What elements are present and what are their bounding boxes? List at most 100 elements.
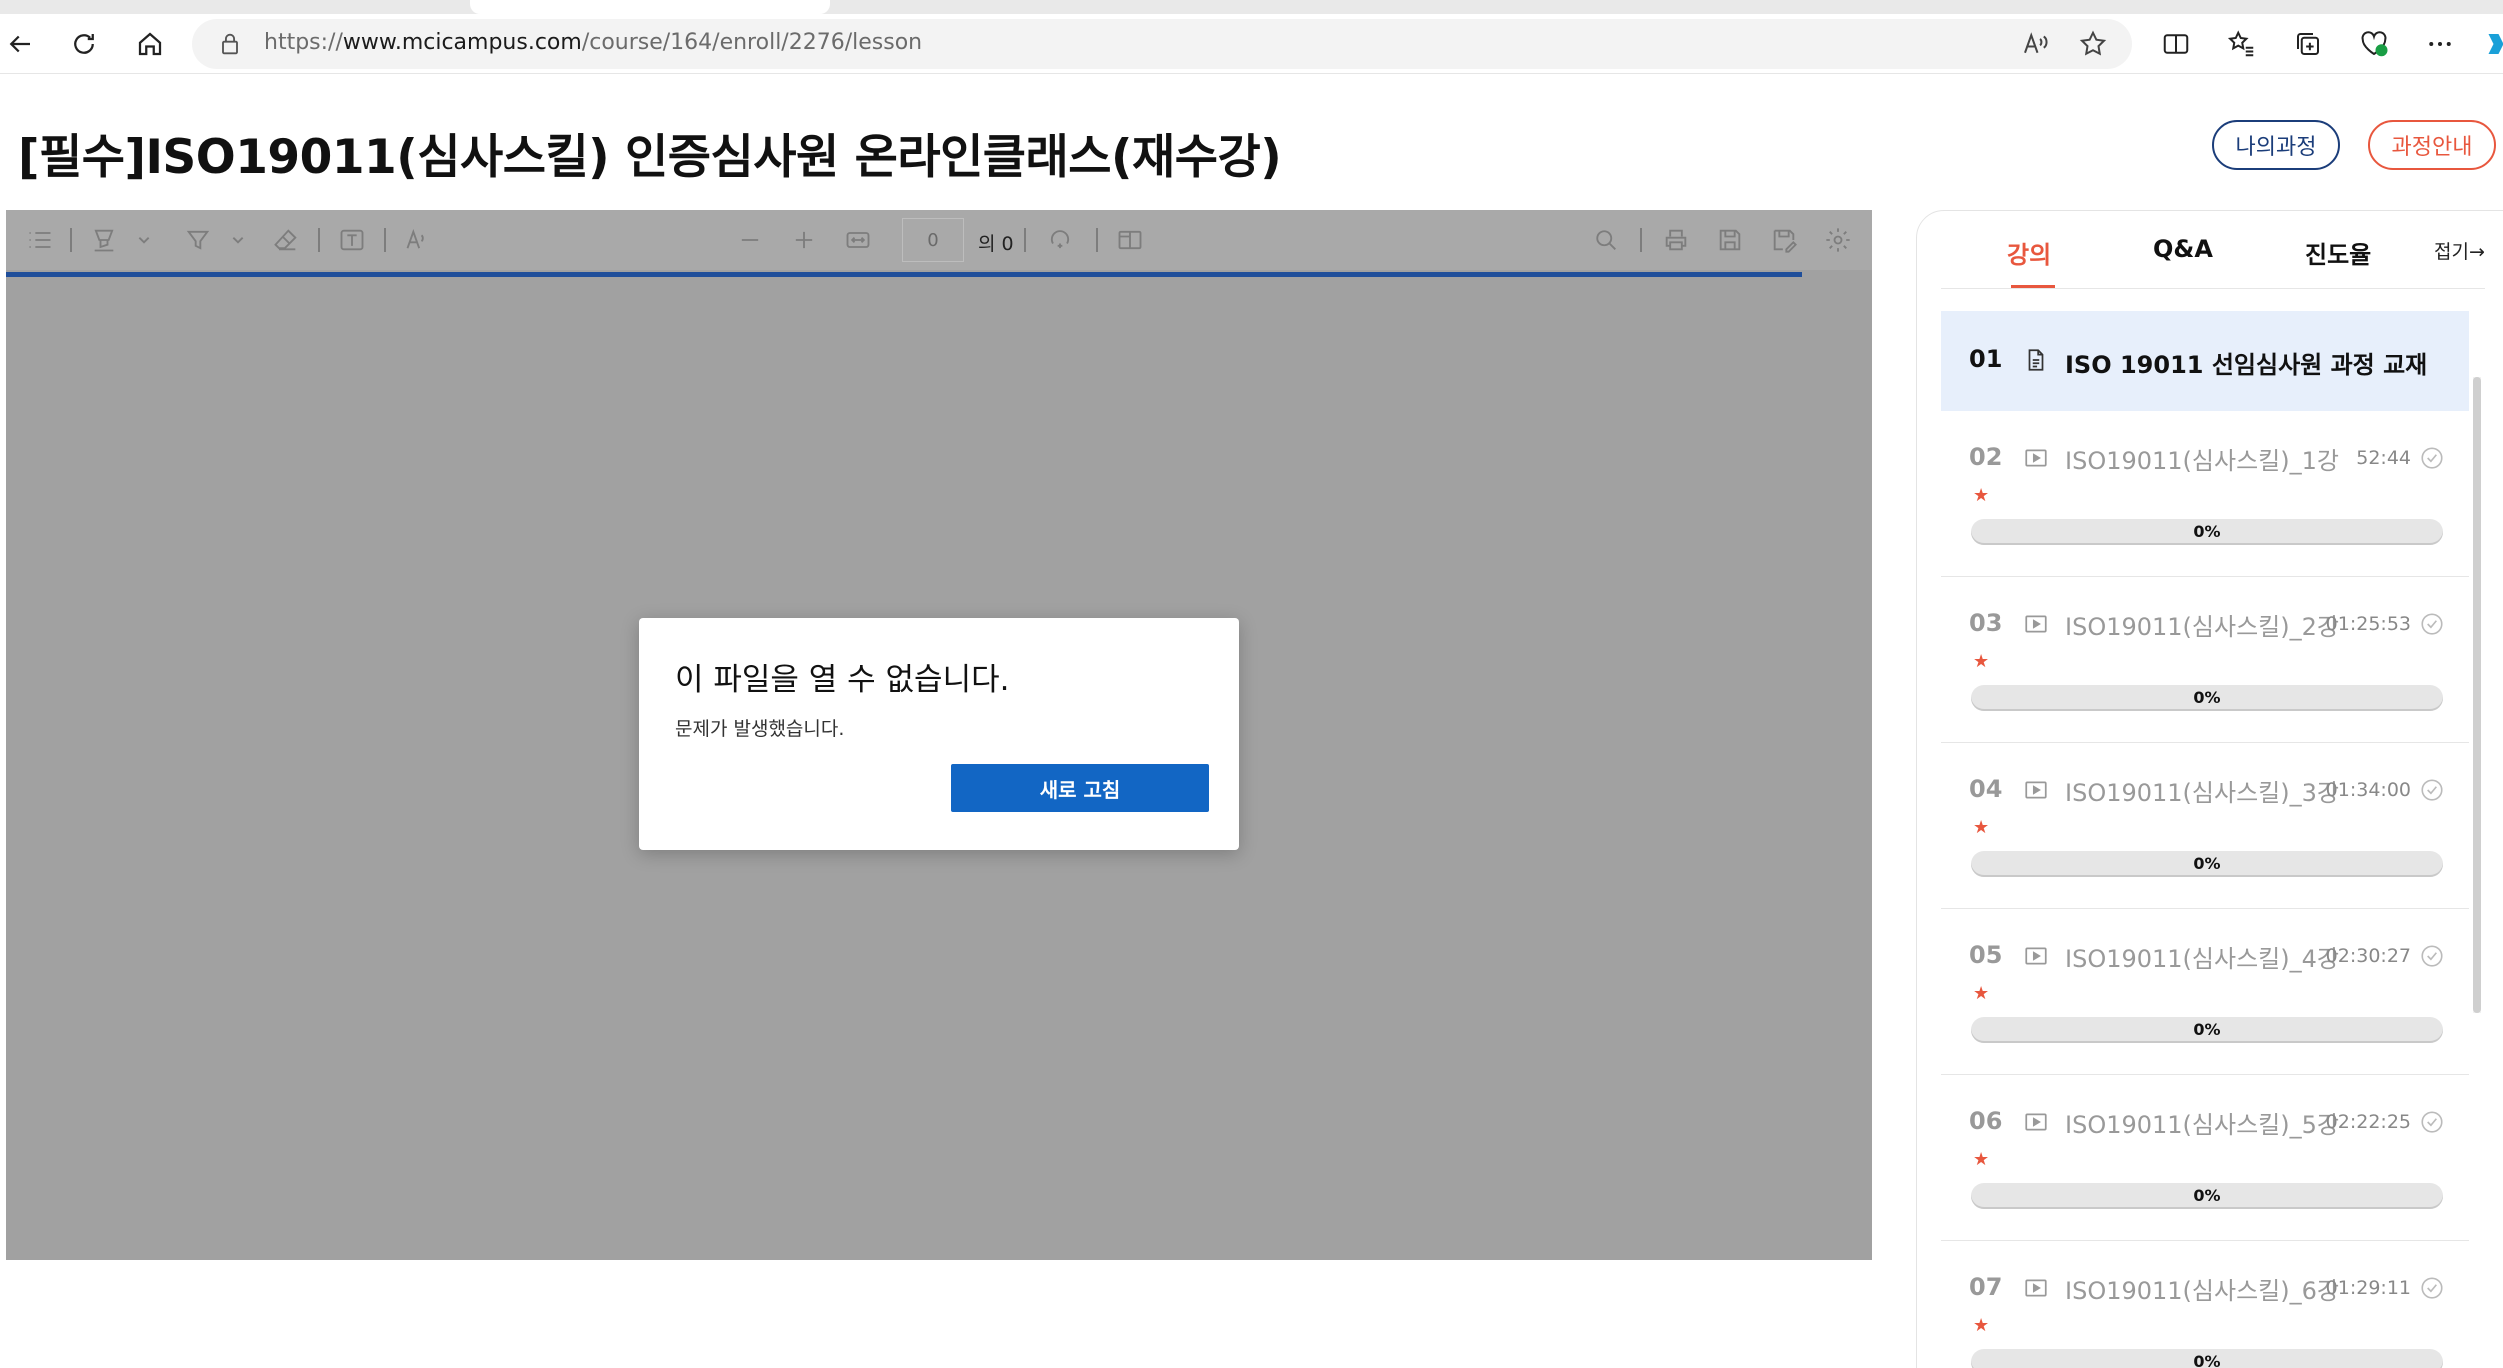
- fold-panel-button[interactable]: 접기→: [2434, 237, 2485, 264]
- page-view-icon[interactable]: [1114, 224, 1146, 256]
- panel-tabs: 강의 Q&A 진도율 접기→: [1941, 211, 2485, 289]
- lesson-item[interactable]: 04 ISO19011(심사스킬)_3강 01:34:00 ★ 0%: [1941, 743, 2469, 909]
- rotate-icon[interactable]: [1044, 224, 1076, 256]
- error-dialog-message: 문제가 발생했습니다.: [675, 718, 845, 740]
- url-path: /course/164/enroll/2276/lesson: [581, 30, 923, 55]
- page-number-input[interactable]: 0: [902, 218, 964, 262]
- lesson-duration: 01:34:00: [2325, 779, 2411, 801]
- tab-lectures[interactable]: 강의: [2007, 235, 2051, 270]
- toolbar-divider: [70, 228, 72, 252]
- required-star-icon: ★: [1973, 485, 1990, 506]
- video-play-icon: [2025, 947, 2047, 965]
- fit-width-icon[interactable]: [842, 224, 874, 256]
- lesson-title: ISO19011(심사스킬)_6강: [2065, 1277, 2339, 1305]
- highlight-icon[interactable]: [88, 224, 120, 256]
- address-bar[interactable]: https://www.mcicampus.com/course/164/enr…: [192, 19, 2132, 69]
- pdf-viewer[interactable]: 0 의 0 이 파일을 열 수 없습니다. 문제가 발생했습니다. 새로 고침: [6, 210, 1872, 1260]
- lesson-progress-text: 0%: [2193, 688, 2221, 707]
- refresh-button[interactable]: [64, 24, 104, 64]
- lesson-progress-bar: 0%: [1971, 1183, 2443, 1209]
- favorites-button[interactable]: [2222, 24, 2262, 64]
- lesson-list: 01 ISO 19011 선임심사원 과정 교재 02 ISO19011(심사스…: [1941, 311, 2469, 1368]
- read-aloud-icon[interactable]: [402, 224, 434, 256]
- lesson-number: 05: [1969, 941, 2003, 969]
- course-info-button[interactable]: 과정안내: [2368, 120, 2496, 170]
- zoom-in-icon[interactable]: [788, 224, 820, 256]
- lesson-number: 02: [1969, 443, 2003, 471]
- chevron-down-icon[interactable]: [222, 224, 254, 256]
- video-play-icon: [2025, 781, 2047, 799]
- tab-qna[interactable]: Q&A: [2153, 235, 2213, 263]
- back-button[interactable]: [0, 24, 40, 64]
- heart-pulse-icon: [2361, 31, 2388, 57]
- save-icon[interactable]: [1714, 224, 1746, 256]
- required-star-icon: ★: [1973, 1315, 1990, 1336]
- lesson-progress-bar: 0%: [1971, 1349, 2443, 1368]
- lesson-item[interactable]: 02 ISO19011(심사스킬)_1강 52:44 ★ 0%: [1941, 411, 2469, 577]
- search-icon[interactable]: [1590, 224, 1622, 256]
- lesson-title: ISO19011(심사스킬)_5강: [2065, 1111, 2339, 1139]
- lesson-number: 01: [1969, 345, 2003, 373]
- lesson-progress-text: 0%: [2193, 1352, 2221, 1368]
- split-screen-button[interactable]: [2156, 24, 2196, 64]
- copilot-button[interactable]: [2476, 24, 2503, 64]
- check-circle-icon: [2421, 447, 2443, 469]
- lesson-number: 04: [1969, 775, 2003, 803]
- toolbar-divider: [1024, 228, 1026, 252]
- collections-button[interactable]: [2288, 24, 2328, 64]
- gear-icon[interactable]: [1822, 224, 1854, 256]
- lesson-progress-text: 0%: [2193, 522, 2221, 541]
- favorite-star-icon[interactable]: [2078, 29, 2108, 59]
- page-total-label: 의 0: [978, 233, 1014, 255]
- lesson-item[interactable]: 07 ISO19011(심사스킬)_6강 01:29:11 ★ 0%: [1941, 1241, 2469, 1368]
- browser-tab-active[interactable]: [470, 0, 830, 14]
- lesson-title: ISO19011(심사스킬)_2강: [2065, 613, 2339, 641]
- check-circle-icon: [2421, 613, 2443, 635]
- home-button[interactable]: [130, 24, 170, 64]
- url-text[interactable]: https://www.mcicampus.com/course/164/enr…: [264, 30, 922, 55]
- video-play-icon: [2025, 1279, 2047, 1297]
- text-box-icon[interactable]: [336, 224, 368, 256]
- lesson-item[interactable]: 06 ISO19011(심사스킬)_5강 02:22:25 ★ 0%: [1941, 1075, 2469, 1241]
- draw-icon[interactable]: [182, 224, 214, 256]
- lesson-duration: 52:44: [2356, 447, 2411, 469]
- back-arrow-icon: [9, 35, 30, 53]
- lesson-title: ISO19011(심사스킬)_1강: [2065, 447, 2339, 475]
- lesson-item[interactable]: 03 ISO19011(심사스킬)_2강 01:25:53 ★ 0%: [1941, 577, 2469, 743]
- required-star-icon: ★: [1973, 817, 1990, 838]
- check-circle-icon: [2421, 1111, 2443, 1133]
- lesson-progress-bar: 0%: [1971, 1017, 2443, 1043]
- loading-progress-bar: [6, 272, 1802, 277]
- lesson-number: 06: [1969, 1107, 2003, 1135]
- split-screen-icon: [2163, 34, 2189, 54]
- collections-icon: [2297, 33, 2319, 55]
- lesson-progress-bar: 0%: [1971, 685, 2443, 711]
- url-prefix: https://: [264, 30, 343, 55]
- check-circle-icon: [2421, 779, 2443, 801]
- lock-icon[interactable]: [216, 30, 244, 58]
- chevron-down-icon[interactable]: [128, 224, 160, 256]
- active-tab-indicator: [2011, 285, 2055, 288]
- settings-more-button[interactable]: [2420, 24, 2460, 64]
- lesson-progress-text: 0%: [2193, 1020, 2221, 1039]
- print-icon[interactable]: [1660, 224, 1692, 256]
- error-dialog-title: 이 파일을 열 수 없습니다.: [675, 662, 1010, 698]
- save-as-icon[interactable]: [1768, 224, 1800, 256]
- tab-progress[interactable]: 진도율: [2305, 235, 2371, 270]
- refresh-button[interactable]: 새로 고침: [951, 764, 1209, 812]
- my-course-button[interactable]: 나의과정: [2212, 120, 2340, 170]
- zoom-out-icon[interactable]: [734, 224, 766, 256]
- document-icon: [2028, 349, 2044, 371]
- lesson-duration: 02:30:27: [2325, 945, 2411, 967]
- url-host: www.mcicampus.com: [342, 30, 582, 55]
- scrollbar-thumb[interactable]: [2473, 377, 2481, 1013]
- lesson-item[interactable]: 05 ISO19011(심사스킬)_4강 02:30:27 ★ 0%: [1941, 909, 2469, 1075]
- video-play-icon: [2025, 1113, 2047, 1131]
- required-star-icon: ★: [1973, 651, 1990, 672]
- browser-essentials-button[interactable]: [2354, 24, 2394, 64]
- read-aloud-icon[interactable]: [2020, 29, 2050, 59]
- eraser-icon[interactable]: [270, 224, 302, 256]
- table-of-contents-icon[interactable]: [24, 224, 56, 256]
- lesson-item[interactable]: 01 ISO 19011 선임심사원 과정 교재: [1941, 311, 2469, 411]
- browser-tab-strip: [0, 0, 2503, 14]
